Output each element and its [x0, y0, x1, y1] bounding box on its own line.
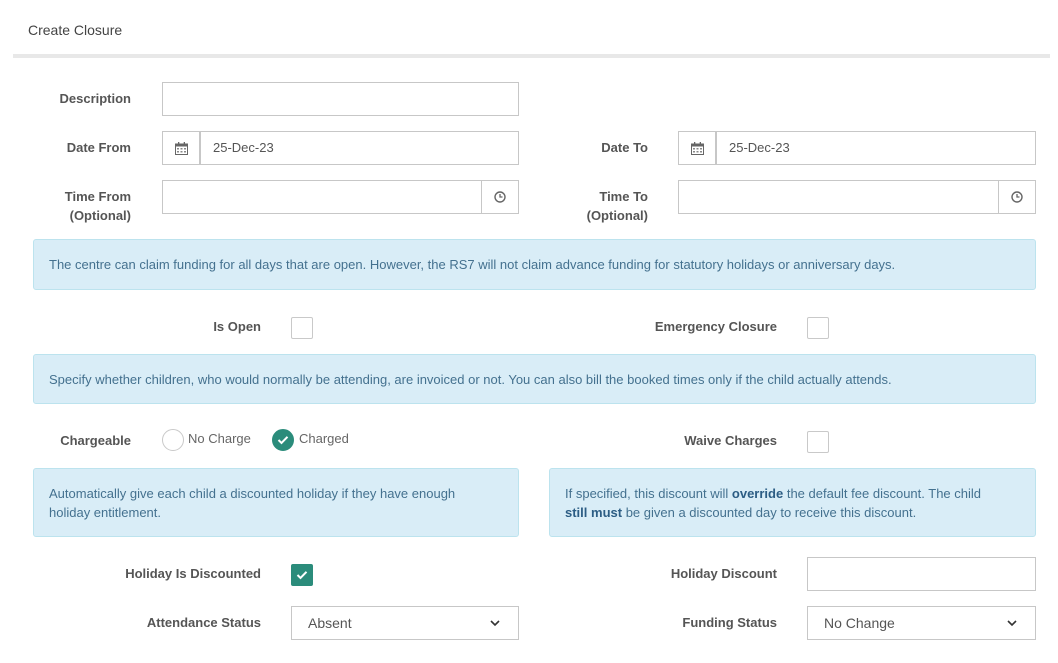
invoicing-info-alert: Specify whether children, who would norm… [33, 354, 1036, 404]
no-charge-label[interactable]: No Charge [188, 430, 251, 448]
date-to-calendar-button[interactable] [678, 131, 716, 165]
time-from-label: Time From (Optional) [40, 187, 131, 225]
discount-info-line2: holiday entitlement. [49, 504, 162, 520]
charged-label[interactable]: Charged [299, 430, 349, 448]
check-icon [296, 571, 308, 580]
discount-info-alert: Automatically give each child a discount… [33, 468, 519, 537]
calendar-icon [690, 141, 704, 155]
funding-info-text: The centre can claim funding for all day… [49, 257, 896, 272]
funding-status-label: Funding Status [682, 615, 777, 630]
override-info-line1: If specified, this discount will overrid… [565, 485, 981, 501]
attendance-status-label: Attendance Status [146, 615, 261, 630]
time-to-label-line2: (Optional) [586, 208, 648, 223]
date-from-input[interactable]: 25-Dec-23 [200, 131, 519, 165]
funding-status-value: No Change [824, 615, 895, 631]
time-from-clock-button[interactable] [481, 180, 519, 214]
date-from-calendar-button[interactable] [162, 131, 200, 165]
override-info-line2: still must be given a discounted day to … [565, 504, 917, 520]
page-title: Create Closure [28, 22, 123, 38]
funding-status-select[interactable]: No Change [807, 606, 1036, 640]
is-open-label: Is Open [213, 319, 261, 334]
holiday-is-discounted-checkbox[interactable] [291, 564, 313, 586]
override-info-alert: If specified, this discount will overrid… [549, 468, 1036, 537]
description-input[interactable] [162, 82, 519, 116]
holiday-discount-input[interactable] [807, 557, 1036, 591]
calendar-icon [174, 141, 188, 155]
clock-icon [1011, 191, 1023, 203]
charged-radio[interactable] [272, 429, 294, 451]
holiday-is-discounted-label: Holiday Is Discounted [125, 566, 261, 581]
chevron-down-icon [1007, 617, 1019, 629]
check-icon [277, 436, 289, 445]
attendance-status-select[interactable]: Absent [291, 606, 519, 640]
emergency-closure-label: Emergency Closure [654, 319, 777, 334]
attendance-status-value: Absent [308, 615, 352, 631]
time-to-label-line1: Time To [599, 189, 648, 204]
time-from-label-line1: Time From [64, 189, 131, 204]
date-to-label: Date To [601, 140, 648, 155]
still-must-emphasis: still must [565, 504, 623, 520]
clock-icon [494, 191, 506, 203]
override-emphasis: override [731, 485, 784, 501]
no-charge-radio[interactable] [162, 429, 184, 451]
chevron-down-icon [490, 617, 502, 629]
description-label: Description [59, 91, 131, 106]
date-from-label: Date From [66, 140, 131, 155]
holiday-discount-label: Holiday Discount [670, 566, 777, 581]
funding-info-alert: The centre can claim funding for all day… [33, 239, 1036, 290]
time-to-clock-button[interactable] [998, 180, 1036, 214]
page-header: Create Closure [13, 0, 1050, 58]
is-open-checkbox[interactable] [291, 317, 313, 339]
date-to-input[interactable]: 25-Dec-23 [716, 131, 1036, 165]
discount-info-line1: Automatically give each child a discount… [49, 485, 456, 501]
waive-charges-checkbox[interactable] [807, 431, 829, 453]
time-from-label-line2: (Optional) [69, 208, 131, 223]
waive-charges-label: Waive Charges [684, 433, 777, 448]
time-to-label: Time To (Optional) [560, 187, 648, 225]
emergency-closure-checkbox[interactable] [807, 317, 829, 339]
time-from-input[interactable] [162, 180, 482, 214]
chargeable-label: Chargeable [60, 433, 131, 448]
time-to-input[interactable] [678, 180, 999, 214]
invoicing-info-text: Specify whether children, who would norm… [49, 371, 892, 387]
